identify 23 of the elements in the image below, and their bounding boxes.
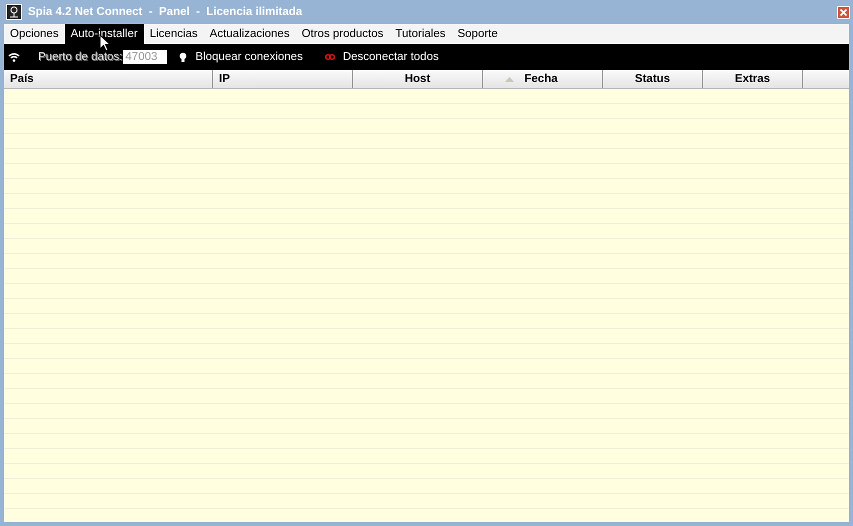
menu-item[interactable]: Opciones — [4, 24, 65, 44]
lightbulb-icon — [179, 52, 188, 62]
column-header[interactable]: Fecha — [483, 70, 603, 88]
menu-item[interactable]: Tutoriales — [389, 24, 452, 44]
menu-item[interactable]: Otros productos — [296, 24, 390, 44]
link-icon — [324, 53, 335, 61]
column-header[interactable]: IP — [213, 70, 353, 88]
window-title: Spia 4.2 Net Connect - Panel - Licencia ilimitada — [28, 6, 302, 18]
column-header[interactable]: Host — [353, 70, 483, 88]
column-header[interactable]: Extras — [703, 70, 803, 88]
close-icon[interactable] — [837, 6, 850, 18]
menu-item[interactable]: Auto-installer — [64, 24, 144, 44]
port-label: Puerto de datos: — [38, 51, 122, 63]
menu-item[interactable]: Licencias — [144, 24, 204, 44]
app-icon — [6, 4, 22, 20]
block-connections-button[interactable]: Bloquear conexiones — [179, 51, 303, 63]
menu-item[interactable]: Actualizaciones — [204, 24, 296, 44]
menu-item[interactable]: Soporte — [451, 24, 504, 44]
disconnect-all-button[interactable]: Desconectar todos — [324, 51, 439, 63]
column-header[interactable]: Status — [603, 70, 703, 88]
wifi-icon — [8, 52, 20, 62]
column-header[interactable]: País — [4, 70, 213, 88]
sort-arrow-icon — [505, 76, 514, 82]
